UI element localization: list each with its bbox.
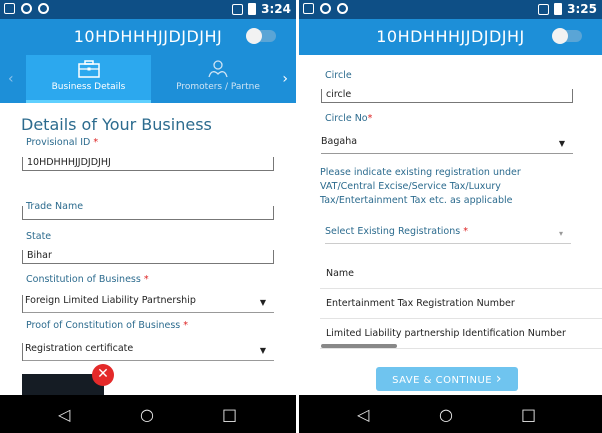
- right-screen: 3:25 10HDHHHJJDJDJHJ Circle circle Circl…: [299, 0, 602, 433]
- horizontal-scrollbar[interactable]: [321, 344, 397, 348]
- dropdown-value: Foreign Limited Liability Partnership: [25, 295, 196, 306]
- section-title: Details of Your Business: [21, 115, 212, 134]
- clock: 3:24: [261, 2, 291, 16]
- no-sim-icon: [232, 3, 244, 15]
- tab-business-details[interactable]: Business Details: [26, 55, 151, 103]
- constitution-dropdown[interactable]: Foreign Limited Liability Partnership ▼: [22, 295, 274, 313]
- state-label: State: [26, 231, 52, 242]
- circle-field[interactable]: circle: [321, 89, 573, 103]
- dropdown-caret-icon: ▾: [558, 229, 563, 238]
- proof-label: Proof of Constitution of Business *: [26, 320, 188, 331]
- registration-form: Circle circle Circle No* Bagaha ▼ Please…: [299, 55, 602, 395]
- label-text: Provisional ID: [26, 137, 91, 148]
- android-nav-bar: ◁ ○ □: [0, 395, 296, 433]
- back-icon[interactable]: ◁: [58, 405, 70, 424]
- toggle-knob: [552, 28, 568, 44]
- sync-notification-icon: [320, 3, 331, 14]
- back-icon[interactable]: ◁: [357, 405, 369, 424]
- required-mark: *: [463, 226, 468, 237]
- status-bar: 3:25: [299, 0, 602, 19]
- left-screen: 3:24 10HDHHHJJDJDJHJ ‹ Business Details: [0, 0, 296, 433]
- existing-registrations-dropdown[interactable]: Select Existing Registrations * ▾: [325, 226, 571, 244]
- required-mark: *: [93, 137, 99, 148]
- constitution-label: Constitution of Business *: [26, 274, 149, 285]
- circle-no-dropdown[interactable]: Bagaha ▼: [321, 136, 573, 154]
- dropdown-underline: [23, 312, 274, 313]
- toggle-switch[interactable]: [246, 28, 276, 44]
- dropdown-value: Bagaha: [321, 136, 358, 147]
- screenshot-notification-icon: [4, 3, 15, 14]
- tab-promoters-partners[interactable]: Promoters / Partne: [158, 55, 278, 103]
- chevron-right-icon: ›: [495, 371, 502, 387]
- recents-icon[interactable]: □: [521, 405, 536, 424]
- android-notification-icon: [38, 3, 49, 14]
- circle-label: Circle: [325, 70, 352, 81]
- home-icon[interactable]: ○: [439, 405, 453, 424]
- tab-scroll-right-icon[interactable]: ›: [282, 71, 288, 87]
- tab-label: Business Details: [51, 82, 126, 92]
- remove-attachment-icon[interactable]: ✕: [92, 364, 114, 386]
- label-text: Circle No: [325, 113, 368, 124]
- tab-scroll-left-icon[interactable]: ‹: [8, 71, 14, 87]
- screenshot-notification-icon: [303, 3, 314, 14]
- toggle-switch[interactable]: [552, 28, 582, 44]
- no-sim-icon: [538, 3, 550, 15]
- dropdown-caret-icon: ▼: [259, 298, 266, 307]
- battery-icon: [248, 3, 257, 15]
- dropdown-value: Registration certificate: [25, 343, 134, 354]
- status-bar: 3:24: [0, 0, 296, 19]
- recents-icon[interactable]: □: [222, 405, 237, 424]
- label-text: Proof of Constitution of Business: [26, 320, 181, 331]
- dropdown-caret-icon: ▼: [558, 139, 565, 148]
- tab-label: Promoters / Partne: [176, 82, 260, 92]
- dropdown-placeholder: Select Existing Registrations: [325, 226, 461, 237]
- briefcase-icon: [77, 60, 100, 78]
- android-nav-bar: ◁ ○ □: [299, 395, 602, 433]
- circle-no-label: Circle No*: [325, 113, 372, 124]
- android-notification-icon: [337, 3, 348, 14]
- label-text: Constitution of Business: [26, 274, 141, 285]
- dropdown-caret-icon: ▼: [259, 346, 266, 355]
- state-field[interactable]: Bihar: [22, 250, 274, 264]
- registration-info-text: Please indicate existing registration un…: [320, 167, 521, 206]
- toggle-knob: [246, 28, 262, 44]
- people-icon: [208, 60, 228, 78]
- button-label: SAVE & CONTINUE: [392, 375, 493, 386]
- battery-icon: [554, 3, 563, 15]
- dropdown-underline: [23, 360, 274, 361]
- save-continue-button[interactable]: SAVE & CONTINUE ›: [376, 367, 518, 391]
- required-mark: *: [183, 320, 189, 331]
- proof-dropdown[interactable]: Registration certificate ▼: [22, 343, 274, 361]
- screenshot-pair: 3:24 10HDHHHJJDJDJHJ ‹ Business Details: [0, 0, 602, 433]
- app-bar: 10HDHHHJJDJDJHJ: [0, 19, 296, 55]
- business-details-form: Details of Your Business Provisional ID …: [0, 103, 296, 396]
- app-bar: 10HDHHHJJDJDJHJ: [299, 19, 602, 55]
- required-mark: *: [367, 113, 373, 124]
- list-item[interactable]: Entertainment Tax Registration Number: [320, 289, 602, 319]
- tab-bar: ‹ Business Details Promoters / Partne ›: [0, 55, 296, 103]
- dropdown-underline: [325, 243, 571, 244]
- registration-list: Name Entertainment Tax Registration Numb…: [320, 259, 602, 349]
- sync-notification-icon: [21, 3, 32, 14]
- home-icon[interactable]: ○: [140, 405, 154, 424]
- provisional-id-label: Provisional ID *: [26, 137, 98, 148]
- dropdown-underline: [321, 153, 573, 154]
- required-mark: *: [143, 274, 149, 285]
- list-header: Name: [320, 259, 602, 289]
- clock: 3:25: [567, 2, 597, 16]
- trade-name-field[interactable]: [22, 206, 274, 220]
- provisional-id-field[interactable]: 10HDHHHJJDJDJHJ: [22, 157, 274, 171]
